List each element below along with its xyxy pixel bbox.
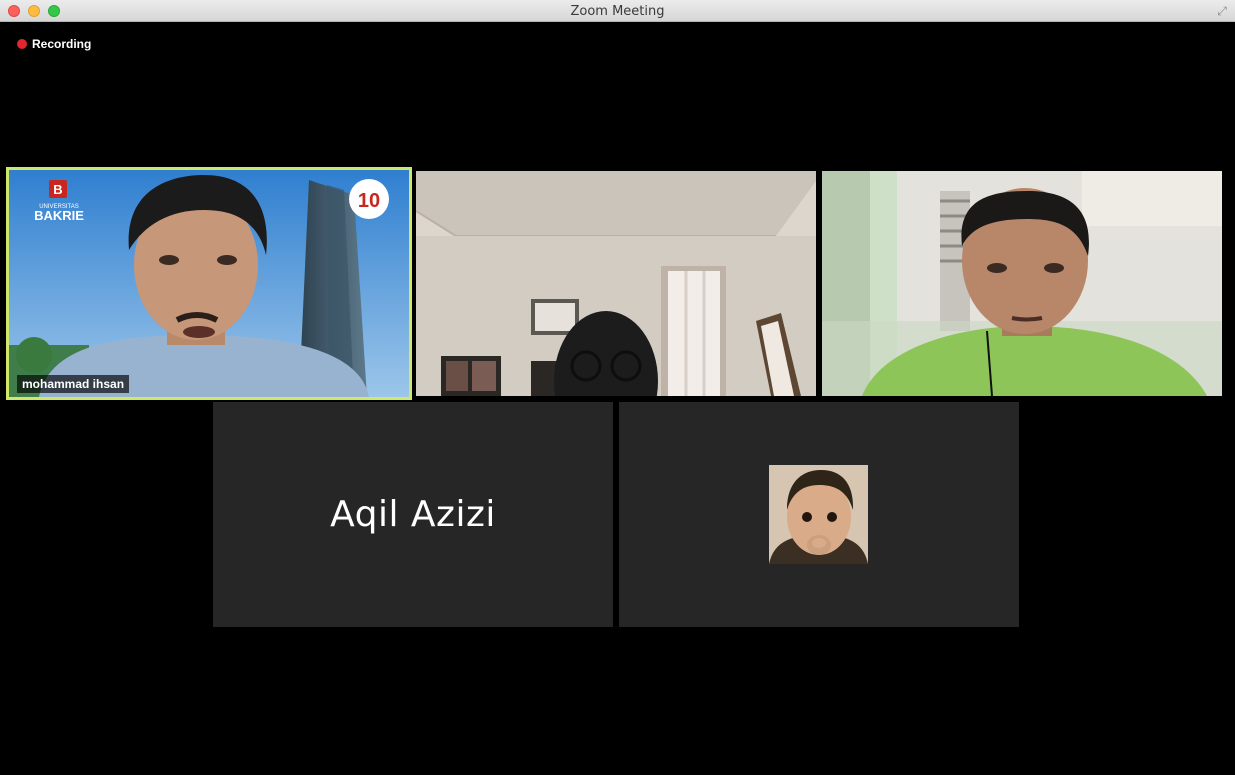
participant-name-tag: mohammad ihsan [17,375,130,393]
video-tile-camera-off[interactable]: Aqil Azizi [213,402,613,627]
window-title: Zoom Meeting [570,4,665,19]
fullscreen-icon[interactable]: ⤢ [1215,4,1229,18]
profile-avatar [769,465,868,564]
video-tile-participant-3[interactable] [822,171,1222,396]
video-tile-participant-2[interactable] [416,171,816,396]
zoom-window: Zoom Meeting ⤢ Recording B UNIVERSITAS B… [0,0,1235,775]
svg-text:B: B [53,182,62,197]
svg-text:10: 10 [358,190,380,212]
recording-label: Recording [32,37,92,51]
participant-video [416,171,816,396]
record-dot-icon [17,39,27,49]
svg-text:BAKRIE: BAKRIE [34,208,84,223]
title-bar[interactable]: Zoom Meeting ⤢ [0,0,1235,22]
video-tile-active-speaker[interactable]: B UNIVERSITAS BAKRIE 10 mohammad ihsan [6,167,412,400]
recording-indicator[interactable]: Recording [17,37,91,51]
participant-video: B UNIVERSITAS BAKRIE 10 [9,170,409,397]
video-tile-avatar[interactable] [619,402,1019,627]
participant-display-name: Aqil Azizi [330,494,496,535]
participant-video [822,171,1222,396]
